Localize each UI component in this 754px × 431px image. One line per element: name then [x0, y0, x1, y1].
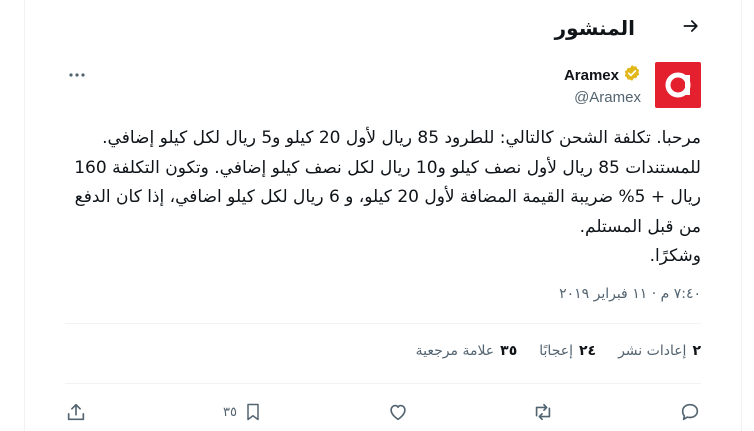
share-button[interactable]: [65, 398, 87, 426]
likes-label: إعجابًا: [539, 343, 573, 359]
display-name[interactable]: Aramex: [564, 67, 619, 84]
reply-icon: [679, 401, 701, 423]
author-row: Aramex @Aramex: [65, 62, 701, 114]
back-button[interactable]: [677, 14, 705, 42]
bookmarks-label: علامة مرجعية: [415, 343, 495, 359]
reply-button[interactable]: [679, 398, 701, 426]
more-horizontal-icon: [68, 63, 86, 82]
repost-button[interactable]: [531, 398, 555, 426]
action-bar: ٣٥: [65, 398, 701, 426]
divider: [65, 383, 701, 384]
author-names: Aramex @Aramex: [564, 64, 641, 106]
tweet-text: مرحبا. تكلفة الشحن كالتالي: للطرود 85 ري…: [74, 128, 701, 266]
engagement-stats: ٢ إعادات نشر ٢٤ إعجابًا ٣٥ علامة مرجعية: [65, 343, 701, 359]
user-handle[interactable]: @Aramex: [564, 89, 641, 106]
reposts-label: إعادات نشر: [618, 343, 687, 359]
likes-count: ٢٤: [578, 343, 597, 359]
post-detail-panel: المنشور Aramex @Aramex مرحبا. تكلفة الشح…: [24, 0, 742, 431]
header: المنشور: [25, 0, 741, 56]
bookmarks-count: ٣٥: [500, 343, 518, 359]
tweet-timestamp[interactable]: ٧:٤٠ م · ١١ فبراير ٢٠١٩: [559, 286, 701, 302]
more-options-button[interactable]: [65, 62, 89, 82]
gold-verified-icon: [623, 64, 641, 86]
arrow-right-icon: [681, 16, 701, 40]
repost-icon: [531, 401, 555, 423]
aramex-logo: [665, 72, 691, 98]
like-button[interactable]: [387, 398, 409, 426]
share-icon: [65, 401, 87, 423]
avatar[interactable]: [655, 62, 701, 108]
page-title: المنشور: [554, 16, 635, 40]
bookmark-icon: [243, 401, 263, 423]
likes-stat[interactable]: ٢٤ إعجابًا: [539, 343, 596, 359]
bookmarks-stat[interactable]: ٣٥ علامة مرجعية: [416, 343, 518, 359]
bookmark-count: ٣٥: [223, 404, 237, 420]
reposts-count: ٢: [692, 343, 701, 359]
reposts-stat[interactable]: ٢ إعادات نشر: [618, 343, 701, 359]
bookmark-button[interactable]: ٣٥: [223, 398, 263, 426]
heart-icon: [387, 401, 409, 423]
divider: [65, 323, 701, 324]
